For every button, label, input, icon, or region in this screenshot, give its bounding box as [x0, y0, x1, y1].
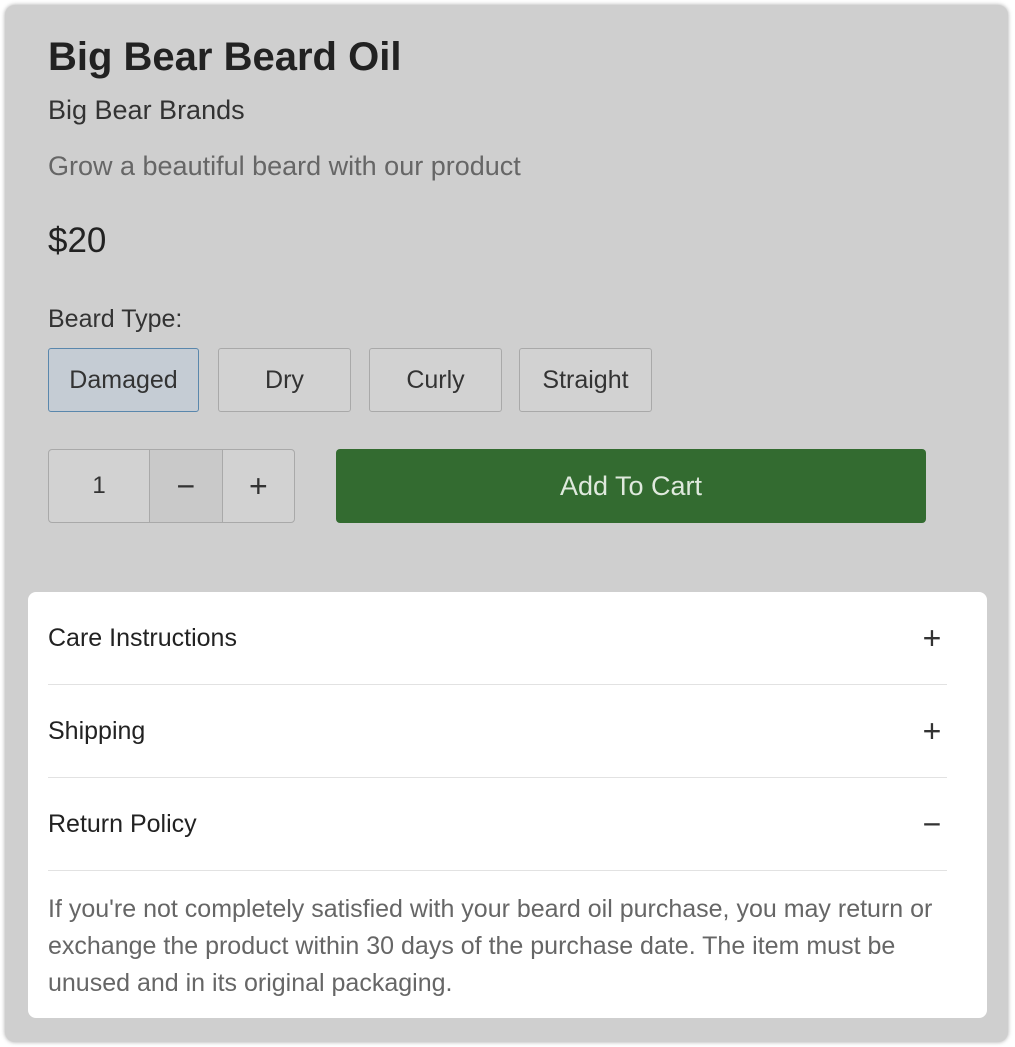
accordion-shipping[interactable]: Shipping +: [48, 685, 947, 778]
quantity-decrease-button[interactable]: −: [150, 450, 223, 522]
return-policy-text: If you're not completely satisfied with …: [48, 895, 933, 997]
product-tagline: Grow a beautiful beard with our product: [48, 151, 521, 181]
accordion-return-policy[interactable]: Return Policy −: [48, 778, 947, 871]
accordion-label: Shipping: [48, 716, 146, 745]
plus-icon: +: [248, 467, 268, 504]
product-price: $20: [48, 221, 107, 260]
quantity-stepper: 1 − +: [48, 449, 295, 523]
accordion-label: Return Policy: [48, 809, 197, 838]
quantity-input[interactable]: 1: [49, 450, 151, 522]
product-brand: Big Bear Brands: [48, 95, 245, 125]
accordion-care-instructions[interactable]: Care Instructions +: [48, 592, 947, 685]
add-to-cart-button[interactable]: Add To Cart: [336, 449, 926, 523]
beard-type-option-straight[interactable]: Straight: [519, 348, 652, 412]
beard-type-option-damaged[interactable]: Damaged: [48, 348, 199, 412]
plus-icon: +: [922, 620, 942, 656]
beard-type-label: Beard Type:: [48, 305, 183, 333]
minus-icon: −: [176, 467, 196, 504]
product-info-accordion: Care Instructions + Shipping + Return Po…: [28, 592, 987, 1018]
accordion-label: Care Instructions: [48, 623, 237, 652]
beard-type-option-curly[interactable]: Curly: [369, 348, 502, 412]
quantity-increase-button[interactable]: +: [223, 450, 294, 522]
minus-icon: −: [922, 806, 942, 842]
plus-icon: +: [922, 713, 942, 749]
product-card: Big Bear Beard Oil Big Bear Brands Grow …: [5, 5, 1008, 1042]
product-title: Big Bear Beard Oil: [48, 35, 402, 79]
beard-type-option-dry[interactable]: Dry: [218, 348, 351, 412]
